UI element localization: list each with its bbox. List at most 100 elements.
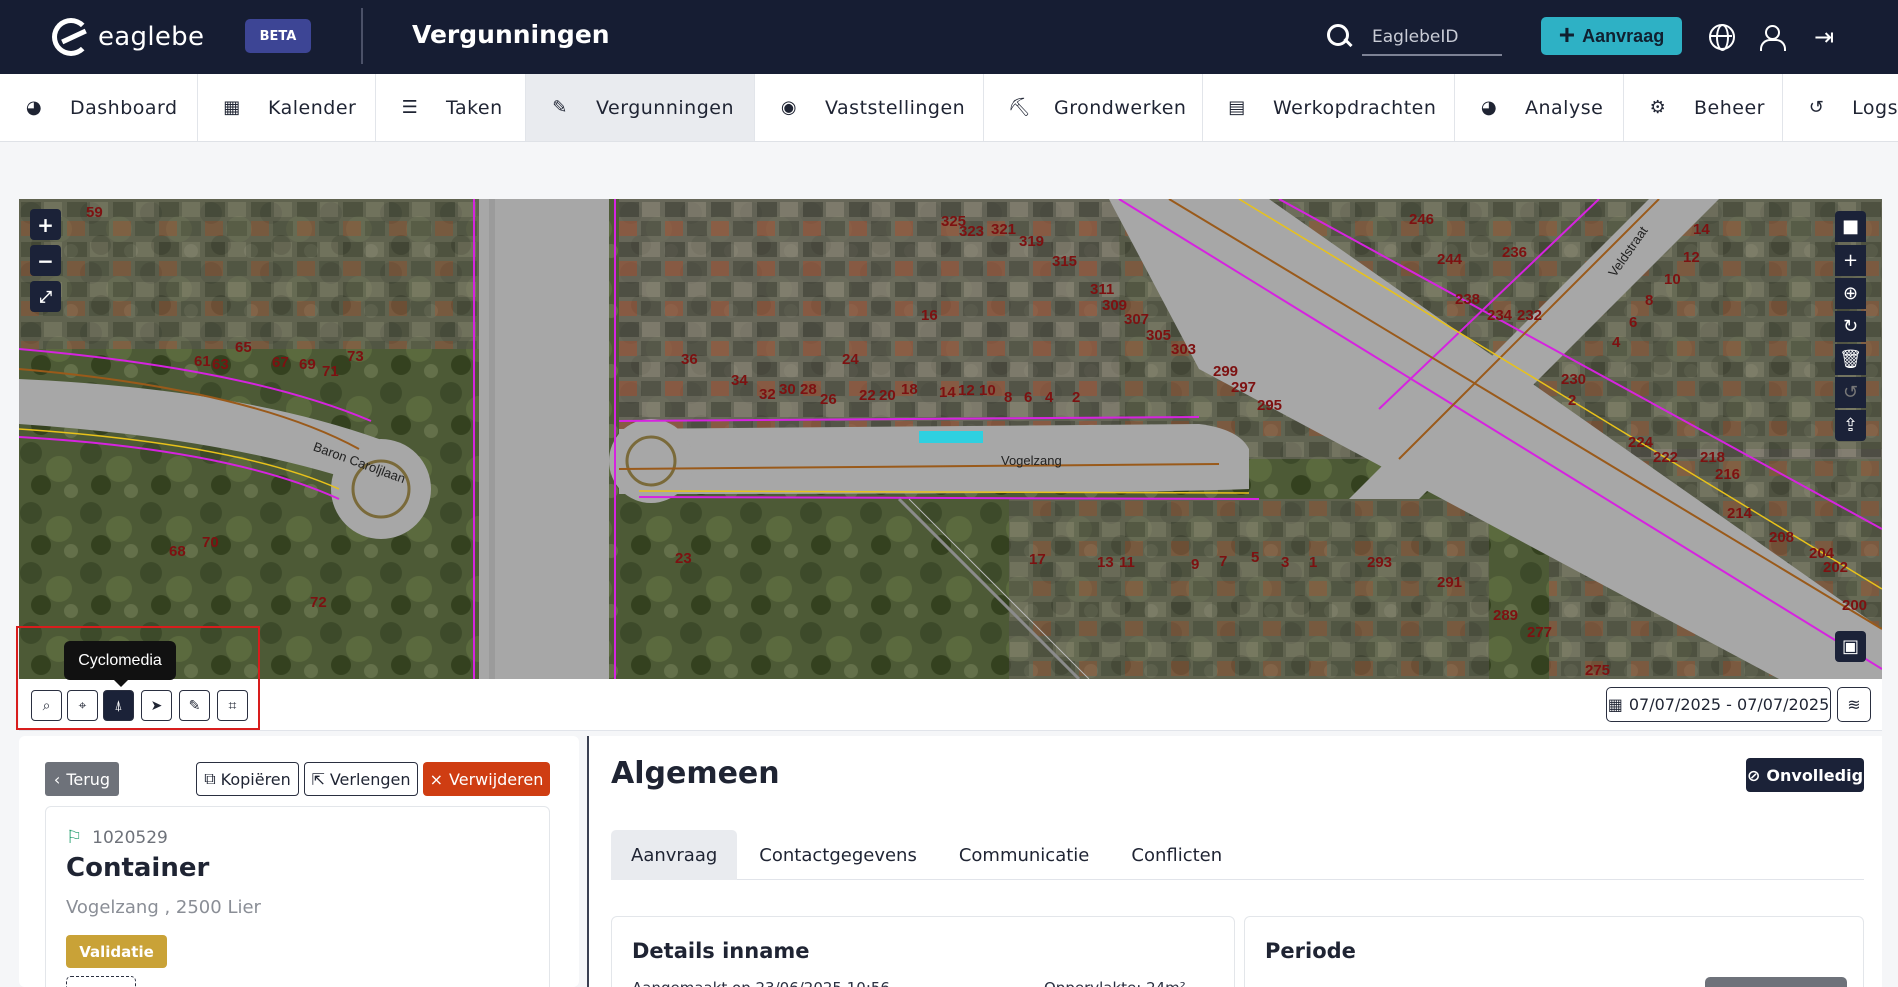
undo-icon: ↺ [1842,382,1859,403]
tab-contactgegevens[interactable]: Contactgegevens [739,830,937,880]
extend-button[interactable]: ⇱ Verlengen [304,762,418,796]
zoom-in-button[interactable]: + [30,209,61,240]
header-divider [361,8,363,64]
area-value: Oppervlakte: 24m² [1044,979,1186,987]
nav-label: Vergunningen [596,96,734,119]
signpost-icon: ⚐ [66,827,83,848]
house-number: 4 [1612,334,1621,351]
card-title: Periode [1265,939,1356,963]
house-number: 297 [1231,379,1257,396]
nav-item-kalender[interactable]: ▦ Kalender [198,74,376,141]
house-number: 4 [1045,389,1054,406]
map-viewer[interactable]: Baron Caroljlaan Vogelzang Veldstraat 59… [19,199,1882,679]
house-number: 2 [1568,392,1577,409]
globe-icon[interactable] [1709,24,1735,51]
cyclomedia-tooltip: Cyclomedia [64,641,176,687]
permit-address: Vogelzang , 2500 Lier [66,897,261,918]
house-number: 17 [1029,551,1046,568]
house-number: 303 [1171,341,1197,358]
house-number: 293 [1367,554,1393,571]
save-icon: ▣ [1841,636,1859,657]
copy-button[interactable]: ⧉ Kopiëren [196,762,299,796]
house-number: 218 [1700,449,1726,466]
tab-conflicten[interactable]: Conflicten [1111,830,1242,880]
house-number: 11 [1119,554,1135,571]
zoom-out-button[interactable]: − [30,245,61,276]
house-number: 305 [1146,327,1172,344]
new-request-button[interactable]: + Aanvraag [1541,17,1682,55]
upload-icon: ⇪ [1842,415,1859,436]
house-number: 6 [1024,389,1033,406]
fullscreen-button[interactable]: ⤢ [30,281,61,312]
house-number: 7 [1219,553,1228,570]
nav-item-logs[interactable]: ↺ Logs [1783,74,1898,141]
house-number: 34 [731,372,748,389]
nav-item-grondwerken[interactable]: ⛏ Grondwerken [984,74,1203,141]
excavation-icon: ⛏ [1008,97,1032,118]
house-number: 71 [322,363,339,380]
delete-button[interactable]: × Verwijderen [423,762,550,796]
nav-item-vergunningen[interactable]: ✎ Vergunningen [526,74,755,141]
search-icon[interactable] [1327,24,1351,48]
house-number: 73 [347,348,364,365]
house-number: 65 [235,339,252,356]
undo-button[interactable]: ↺ [1835,377,1866,408]
delete-shape-button[interactable]: 🗑 [1835,344,1866,375]
eaglebe-logo-icon [52,18,90,56]
chevron-left-icon: ‹ [53,769,61,789]
nav-item-vaststellingen[interactable]: ◉ Vaststellingen [755,74,984,141]
house-number: 70 [202,534,219,551]
date-range-button[interactable]: ▦ 07/07/2025 - 07/07/2025 [1606,687,1831,722]
eaglebe-logo[interactable]: eaglebe [52,18,204,56]
add-point-button[interactable]: + [1835,245,1866,276]
house-number: 208 [1769,529,1795,546]
nav-item-werkopdrachten[interactable]: ▤ Werkopdrachten [1203,74,1455,141]
nav-label: Analyse [1525,96,1604,119]
house-number: 232 [1517,307,1543,324]
search-input[interactable] [1362,20,1502,56]
add-vertex-button[interactable]: ⊕ [1835,278,1866,309]
status-label: Onvolledig [1766,765,1864,785]
house-number: 12 [1683,249,1700,266]
nav-item-analyse[interactable]: ◕ Analyse [1455,74,1624,141]
house-number: 238 [1455,291,1481,308]
nav-label: Vaststellingen [825,96,966,119]
permit-id: ⚐ 1020529 [66,827,168,848]
period-action-button[interactable] [1705,977,1847,987]
house-number: 311 [1090,281,1115,298]
add-tag-button[interactable] [66,976,136,987]
nav-item-dashboard[interactable]: ◕ Dashboard [0,74,198,141]
house-number: 275 [1585,662,1611,679]
rotate-button[interactable]: ↻ [1835,311,1866,342]
house-number: 9 [1191,556,1200,573]
house-number: 224 [1628,434,1654,451]
tab-communicatie[interactable]: Communicatie [939,830,1110,880]
logout-icon[interactable]: ⇥ [1814,24,1840,50]
house-number: 216 [1715,466,1741,483]
upload-button[interactable]: ⇪ [1835,410,1866,441]
house-number: 24 [842,351,859,368]
incomplete-status-button[interactable]: ⊘ Onvolledig [1746,758,1864,792]
back-button[interactable]: ‹ Terug [45,762,119,796]
house-number: 72 [310,594,327,611]
nav-item-beheer[interactable]: ⚙ Beheer [1624,74,1783,141]
draw-rectangle-button[interactable]: ■ [1835,211,1866,242]
main-nav: ◕ Dashboard ▦ Kalender ☰ Taken ✎ Vergunninge… [0,74,1898,142]
save-button[interactable]: ▣ [1835,631,1866,662]
tab-aanvraag[interactable]: Aanvraag [611,830,738,880]
house-number: 8 [1645,292,1654,309]
nav-label: Logs [1852,96,1898,119]
nav-item-taken[interactable]: ☰ Taken [376,74,526,141]
details-inname-card: Details inname Aangemaakt op 23/06/2025 … [611,916,1235,987]
dashboard-icon: ◕ [25,97,43,118]
eye-icon: ◉ [780,97,798,118]
delete-label: Verwijderen [449,769,544,789]
house-number: 10 [979,382,996,399]
layers-button[interactable]: ≋ [1837,687,1871,722]
house-number: 67 [272,354,289,371]
created-date: Aangemaakt op 23/06/2025 10:56 [632,979,890,987]
aerial-map-layer [19,199,1882,679]
copy-label: Kopiëren [220,769,291,789]
extend-label: Verlengen [329,769,411,789]
user-icon[interactable] [1758,24,1786,51]
